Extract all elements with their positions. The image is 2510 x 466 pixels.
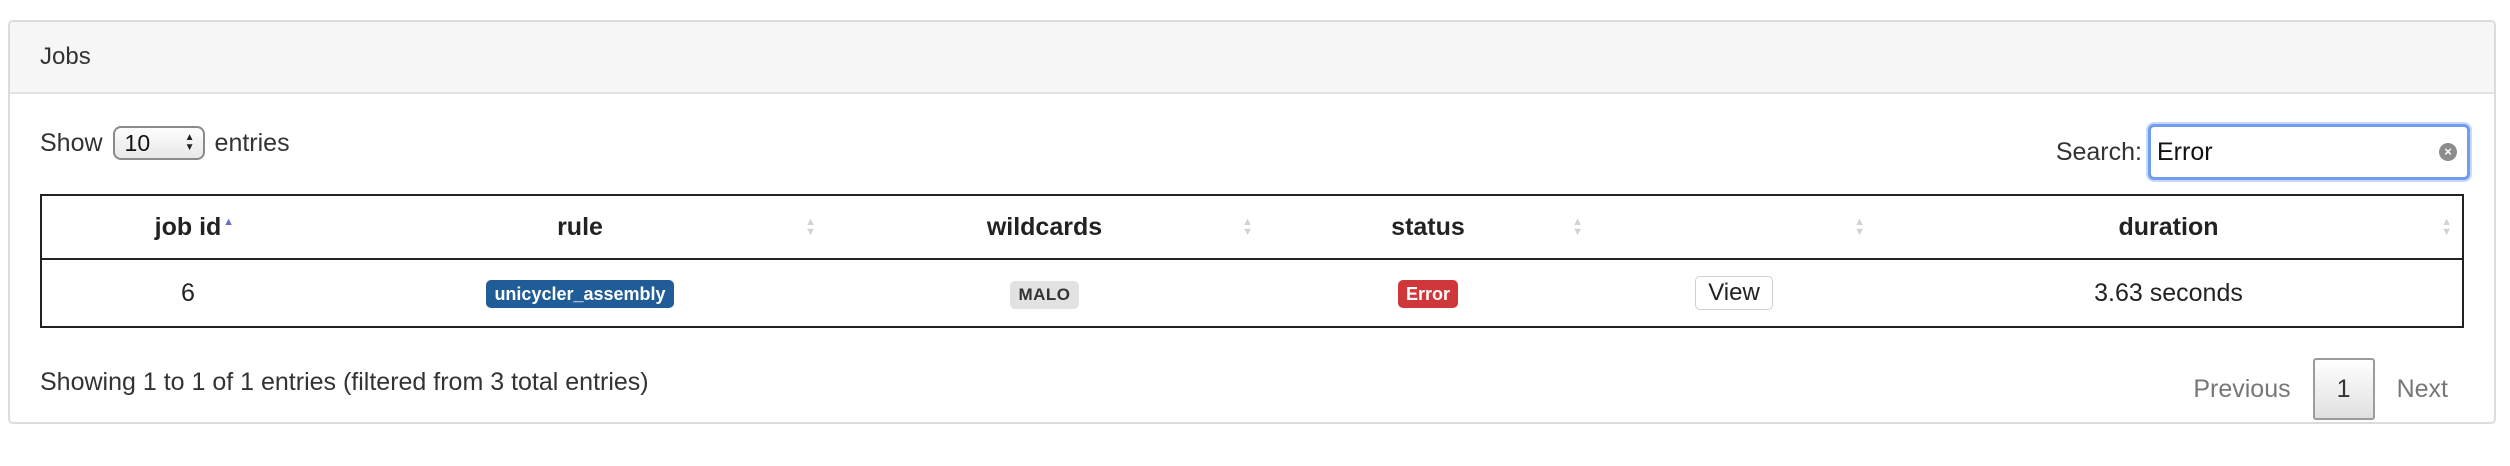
entries-per-page-value: 10 — [124, 129, 151, 156]
search-label: Search: — [2055, 137, 2142, 166]
search-control: Search: Error × — [2056, 124, 2470, 180]
entries-length-control: Show 10 ▲ ▼ entries — [40, 126, 290, 160]
column-header-label: duration — [2118, 212, 2219, 241]
cell-rule: unicycler_assembly — [334, 259, 826, 327]
view-button[interactable]: View — [1695, 276, 1773, 310]
select-arrows-icon: ▲ ▼ — [184, 132, 195, 153]
column-header-job-id[interactable]: job id ▲ ▼ — [41, 194, 334, 260]
page-1-button[interactable]: 1 — [2312, 358, 2375, 420]
sort-asc-icon: ▲ ▼ — [223, 216, 234, 238]
rule-badge: unicycler_assembly — [486, 280, 674, 308]
length-prefix-label: Show — [40, 128, 103, 157]
column-header-action[interactable]: ▲ ▼ — [1593, 194, 1875, 260]
table-row: 6 unicycler_assembly MALO Error View 3.6… — [41, 259, 2463, 327]
column-header-wildcards[interactable]: wildcards ▲ ▼ — [826, 194, 1263, 260]
previous-page-button[interactable]: Previous — [2171, 375, 2312, 404]
column-header-label: wildcards — [986, 212, 1103, 241]
table-info: Showing 1 to 1 of 1 entries (filtered fr… — [40, 368, 649, 396]
column-header-label: rule — [557, 212, 603, 241]
cell-job-id: 6 — [181, 278, 195, 307]
sort-icon: ▲ ▼ — [2441, 216, 2452, 238]
column-header-label: status — [1391, 212, 1465, 241]
search-input[interactable]: Error × — [2148, 124, 2470, 180]
cell-action: View — [1593, 259, 1875, 327]
next-page-button[interactable]: Next — [2375, 375, 2470, 404]
entries-per-page-select[interactable]: 10 ▲ ▼ — [112, 126, 205, 160]
column-header-rule[interactable]: rule ▲ ▼ — [334, 194, 826, 260]
sort-icon: ▲ ▼ — [805, 216, 816, 238]
wildcards-badge: MALO — [1010, 280, 1079, 309]
cell-status: Error — [1263, 259, 1593, 327]
cell-wildcards: MALO — [826, 259, 1263, 327]
column-header-label: job id — [154, 212, 222, 241]
jobs-panel: Jobs Show 10 ▲ ▼ entries Search: Error × … — [8, 20, 2496, 424]
pagination: Previous 1 Next — [2171, 358, 2470, 420]
column-header-duration[interactable]: duration ▲ ▼ — [1875, 194, 2463, 260]
clear-search-icon[interactable]: × — [2439, 143, 2457, 161]
panel-title: Jobs — [10, 22, 2494, 94]
sort-icon: ▲ ▼ — [1854, 216, 1865, 238]
status-badge: Error — [1397, 280, 1458, 308]
sort-icon: ▲ ▼ — [1242, 216, 1253, 238]
column-header-status[interactable]: status ▲ ▼ — [1263, 194, 1593, 260]
search-input-value: Error — [2157, 137, 2213, 166]
length-suffix-label: entries — [214, 128, 290, 157]
sort-icon: ▲ ▼ — [1572, 216, 1583, 238]
table-header-row: job id ▲ ▼ rule ▲ ▼ wildcards ▲ ▼ status ▲ ▼ — [41, 194, 2463, 260]
jobs-table: job id ▲ ▼ rule ▲ ▼ wildcards ▲ ▼ status ▲ ▼ — [40, 194, 2464, 328]
cell-duration: 3.63 seconds — [2094, 278, 2243, 307]
